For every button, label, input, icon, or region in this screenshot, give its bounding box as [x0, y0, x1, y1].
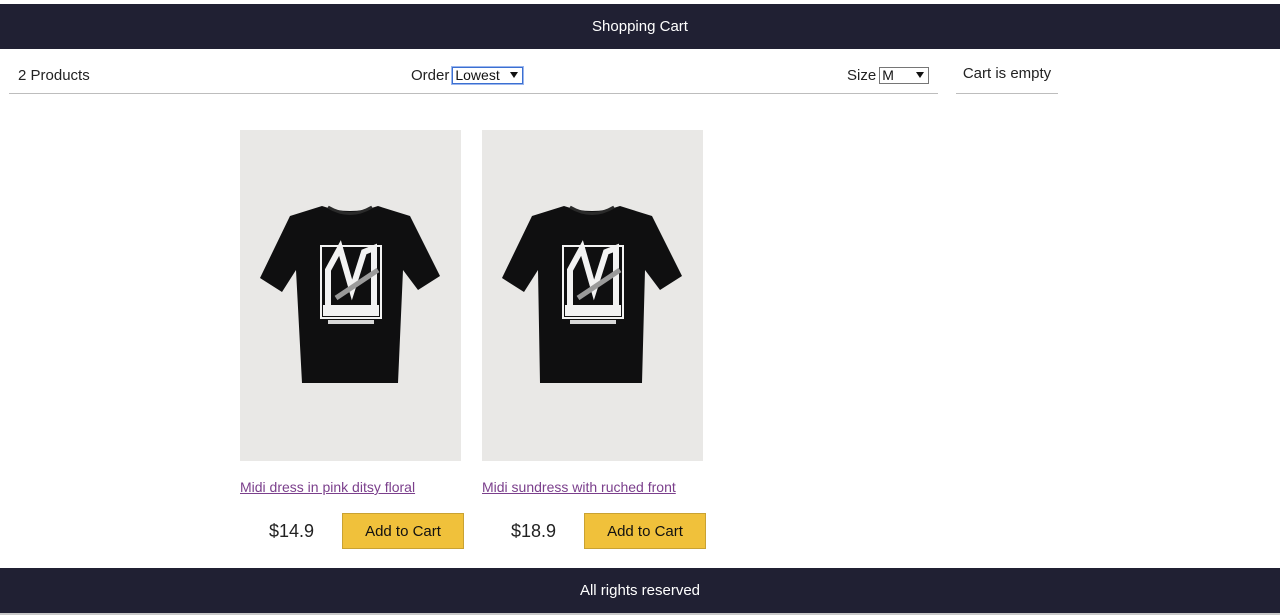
add-to-cart-button[interactable]: Add to Cart — [584, 513, 706, 549]
order-select[interactable]: Lowest — [451, 66, 525, 85]
chevron-down-icon — [916, 72, 925, 78]
size-filter: Size M — [847, 67, 930, 84]
size-select[interactable]: M — [879, 67, 930, 84]
filter-bar: 2 Products Order Lowest Size M — [9, 49, 938, 94]
product-image[interactable] — [482, 130, 703, 461]
price-row: $18.9 Add to Cart — [482, 513, 706, 549]
product-card: Midi dress in pink ditsy floral $14.9 Ad… — [240, 130, 464, 549]
order-select-value: Lowest — [455, 67, 500, 83]
tshirt-image — [502, 205, 682, 383]
tshirt-image — [260, 205, 440, 383]
app-footer: All rights reserved — [0, 568, 1280, 613]
order-filter: Order Lowest — [411, 66, 525, 85]
size-select-value: M — [882, 67, 894, 83]
price-row: $14.9 Add to Cart — [240, 513, 464, 549]
size-label: Size — [847, 67, 877, 84]
product-price: $14.9 — [269, 521, 315, 541]
product-price: $18.9 — [511, 521, 557, 541]
header-title: Shopping Cart — [592, 18, 688, 35]
chevron-down-icon — [510, 72, 519, 78]
cart-panel: Cart is empty — [956, 49, 1058, 94]
add-to-cart-button[interactable]: Add to Cart — [342, 513, 464, 549]
app-header: Shopping Cart — [0, 4, 1280, 49]
product-title-link[interactable]: Midi dress in pink ditsy floral — [240, 479, 464, 495]
order-label: Order — [411, 67, 450, 84]
cart-status: Cart is empty — [962, 64, 1052, 82]
product-title-link[interactable]: Midi sundress with ruched front — [482, 479, 706, 495]
footer-text: All rights reserved — [579, 582, 701, 599]
product-card: Midi sundress with ruched front $18.9 Ad… — [482, 130, 706, 549]
product-image[interactable] — [240, 130, 461, 461]
product-count: 2 Products — [18, 67, 90, 84]
